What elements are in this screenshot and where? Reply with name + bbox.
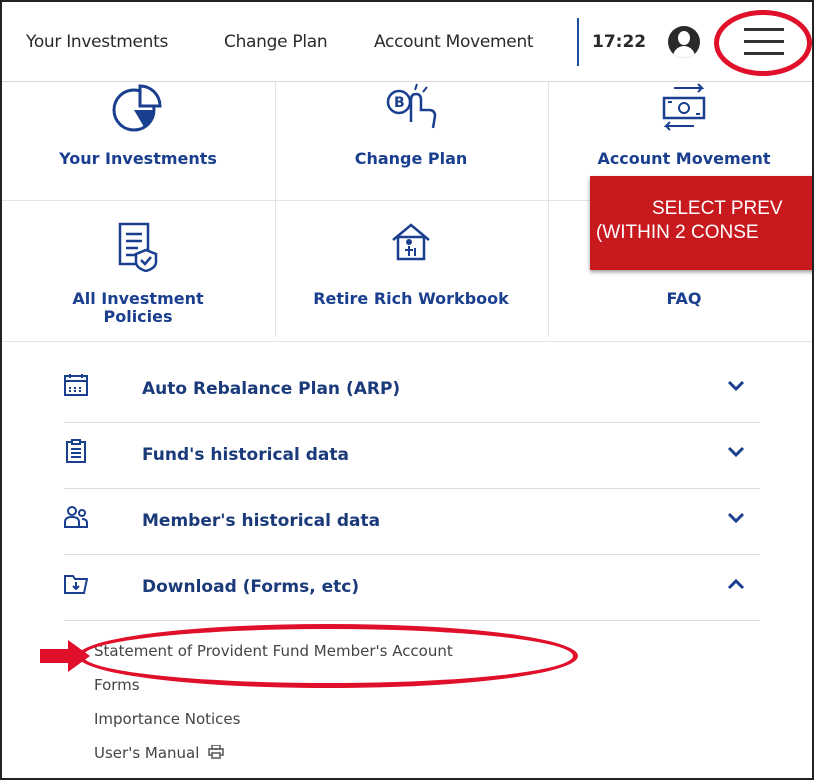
- accordion-list: Auto Rebalance Plan (ARP) Fund's histori…: [64, 357, 760, 621]
- instruction-banner: SELECT PREV (WITHIN 2 CONSE: [590, 176, 812, 270]
- accordion-member-historical[interactable]: Member's historical data: [64, 489, 760, 555]
- chevron-down-icon[interactable]: [726, 511, 746, 525]
- svg-text:B: B: [394, 95, 405, 111]
- tile-retire-rich-workbook[interactable]: Retire Rich Workbook: [275, 204, 547, 334]
- accordion-fund-historical[interactable]: Fund's historical data: [64, 423, 760, 489]
- link-label: User's Manual: [94, 744, 200, 762]
- tile-label-line2: Policies: [103, 307, 173, 326]
- hand-coin-icon: B: [386, 83, 437, 129]
- tile-label: Retire Rich Workbook: [313, 289, 509, 308]
- tile-your-investments[interactable]: Your Investments: [2, 82, 274, 212]
- tile-label: Account Movement: [597, 149, 771, 168]
- session-time: 17:22: [592, 32, 647, 52]
- folder-download-icon: [64, 575, 88, 594]
- printer-icon[interactable]: [208, 744, 224, 759]
- chevron-up-icon[interactable]: [726, 577, 746, 591]
- tile-change-plan[interactable]: B Change Plan: [275, 82, 547, 212]
- banner-line2: (WITHIN 2 CONSE: [596, 222, 759, 243]
- chevron-down-icon[interactable]: [726, 445, 746, 459]
- accordion-download[interactable]: Download (Forms, etc): [64, 555, 760, 621]
- document-check-icon: [118, 222, 158, 272]
- tile-label: All Investment Policies: [2, 290, 274, 326]
- tile-label: Change Plan: [354, 149, 468, 168]
- clipboard-icon: [66, 439, 86, 463]
- arrow-right-icon: [40, 640, 90, 672]
- accordion-label: Member's historical data: [142, 511, 381, 531]
- accordion-label: Download (Forms, etc): [142, 577, 360, 597]
- tile-label: Your Investments: [59, 149, 217, 168]
- app-window: Your Investments Change Plan Account Mov…: [0, 0, 814, 780]
- nav-your-investments[interactable]: Your Investments: [26, 32, 168, 52]
- tile-label-line1: All Investment: [72, 289, 204, 308]
- tile-all-investment-policies[interactable]: All Investment Policies: [2, 204, 274, 334]
- house-person-icon: [392, 223, 430, 261]
- user-avatar-icon[interactable]: [668, 26, 700, 58]
- statement-highlight-circle: [78, 624, 578, 688]
- chevron-down-icon[interactable]: [726, 379, 746, 393]
- link-users-manual[interactable]: User's Manual: [94, 744, 224, 762]
- accordion-label: Auto Rebalance Plan (ARP): [142, 379, 401, 399]
- top-nav-bar: Your Investments Change Plan Account Mov…: [2, 2, 812, 82]
- nav-divider: [577, 18, 579, 66]
- nav-change-plan[interactable]: Change Plan: [224, 32, 328, 52]
- pie-chart-icon: [112, 84, 162, 132]
- calendar-icon: [64, 374, 88, 396]
- money-transfer-icon: [662, 83, 706, 131]
- accordion-label: Fund's historical data: [142, 445, 349, 465]
- nav-account-movement[interactable]: Account Movement: [374, 32, 534, 52]
- accordion-arp[interactable]: Auto Rebalance Plan (ARP): [64, 357, 760, 423]
- banner-line1: SELECT PREV: [652, 198, 783, 219]
- tile-label: FAQ: [666, 289, 702, 308]
- menu-highlight-circle: [714, 10, 812, 76]
- link-importance-notices[interactable]: Importance Notices: [94, 710, 240, 728]
- members-icon: [64, 506, 88, 528]
- link-forms[interactable]: Forms: [94, 676, 140, 694]
